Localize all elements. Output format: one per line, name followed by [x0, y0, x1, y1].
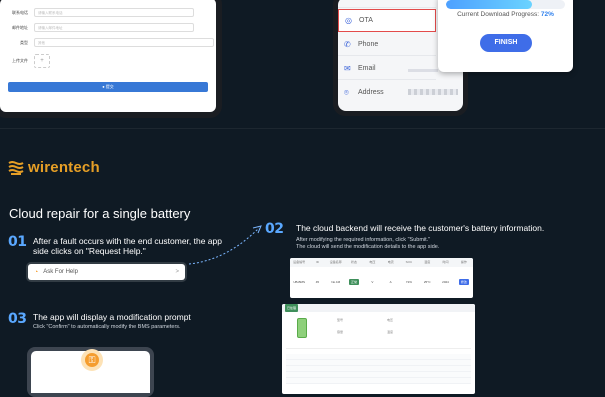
table-cell: V — [371, 280, 374, 284]
type-field-row: 类型 其他 — [8, 38, 214, 47]
battery-icon — [297, 318, 307, 338]
menu-item-label: OTA — [359, 17, 373, 24]
step-03-sub: Click "Confirm" to automatically modify … — [33, 324, 181, 330]
table-row[interactable]: UB-BMS 45 No.1M 正常 V A 72% 25°C 2024 修改 — [290, 267, 473, 297]
table-cell: UB-BMS — [293, 280, 305, 284]
menu-item-previous[interactable] — [338, 0, 436, 8]
download-progress-bar — [446, 0, 565, 9]
type-select[interactable]: 其他 — [34, 38, 214, 47]
backend-detail-screenshot: 已处理 型号 电压 容量 温度 — [282, 304, 475, 394]
section-divider — [0, 128, 605, 129]
tablet-form-mockup: 联系电话 请输入联系电话 邮件地址 请输入邮件地址 类型 其他 上传文件 + ●… — [0, 0, 222, 118]
upload-field-label: 上传文件 — [12, 58, 28, 63]
edit-button[interactable]: 修改 — [458, 279, 469, 285]
step-03-number: 03 — [8, 311, 27, 327]
step-03-title: The app will display a modification prom… — [33, 312, 191, 322]
lock-badge-icon: ⚿ — [81, 349, 103, 371]
step-02-title: The cloud backend will receive the custo… — [296, 223, 545, 233]
help-icon: ◔ — [34, 268, 39, 276]
table-cell: No.1M — [331, 280, 341, 284]
detail-field: 电压 — [387, 318, 394, 322]
menu-item-phone[interactable]: ✆ Phone — [338, 33, 436, 56]
phone-icon: ✆ — [344, 39, 351, 49]
brand-name: wirentech — [28, 159, 100, 176]
detail-divider — [286, 348, 471, 349]
email-field-label: 邮件地址 — [12, 24, 28, 30]
detail-field: 型号 — [337, 318, 344, 322]
backend-table-screenshot: 设备编号 ID 设备名称 状态 电压 电流 SOC 温度 时间 操作 UB-BM… — [290, 258, 473, 298]
wave-logo-icon — [8, 160, 24, 175]
lock-icon: ⚿ — [85, 353, 99, 367]
status-badge: 正常 — [349, 279, 360, 285]
blurred-address-value — [408, 89, 458, 95]
table-cell: 25°C — [423, 280, 431, 284]
download-progress-label: Current Download Progress: — [457, 11, 540, 18]
download-progress-card: Current Download Progress: 72% FINISH — [438, 0, 573, 72]
table-header: 设备编号 ID 设备名称 状态 电压 电流 SOC 温度 时间 操作 — [290, 258, 473, 267]
menu-item-ota[interactable]: ◎ OTA — [338, 9, 436, 32]
location-icon: ⌾ — [344, 88, 349, 97]
modification-prompt-mockup: ⚿ — [27, 347, 154, 397]
table-header-cell: SOC — [405, 260, 413, 264]
flow-arrow — [188, 225, 262, 265]
table-cell: A — [389, 280, 392, 284]
table-header-cell: 设备名称 — [329, 260, 342, 264]
mail-icon: ✉ — [344, 63, 351, 73]
ask-for-help-button[interactable]: ◔ Ask For Help > — [28, 264, 185, 280]
chevron-right-icon: > — [175, 269, 179, 275]
phone-field-label: 联系电话 — [12, 9, 28, 15]
step-02-sub2: The cloud will send the modification det… — [296, 244, 440, 250]
table-header-cell: 状态 — [351, 260, 358, 264]
page-title: Cloud repair for a single battery — [9, 206, 191, 221]
ask-for-help-label: Ask For Help — [43, 269, 78, 275]
table-header-cell: 温度 — [424, 260, 431, 264]
type-field-label: 类型 — [20, 39, 28, 45]
table-cell: 2024 — [442, 280, 449, 284]
detail-field: 容量 — [337, 330, 344, 334]
submit-button[interactable]: ● 提交 — [8, 82, 208, 92]
upload-button[interactable]: + — [34, 54, 50, 68]
finish-button[interactable]: FINISH — [480, 34, 532, 52]
detail-toolbar: 已处理 — [282, 304, 475, 312]
download-progress-percent: 72% — [540, 11, 554, 18]
phone-field-row: 联系电话 请输入联系电话 — [8, 8, 194, 17]
phone-field-input[interactable]: 请输入联系电话 — [34, 8, 194, 17]
globe-icon: ◎ — [345, 16, 352, 25]
download-progress-text: Current Download Progress: 72% — [438, 11, 573, 18]
table-header-cell: 电压 — [369, 260, 376, 264]
detail-field: 温度 — [387, 330, 394, 334]
detail-grid — [286, 354, 471, 384]
step-02-sub1: After modifying the required information… — [296, 237, 431, 243]
table-header-cell: 设备编号 — [293, 260, 306, 264]
step-01-number: 01 — [8, 234, 27, 250]
step-02-number: 02 — [265, 221, 284, 237]
menu-item-label: Email — [358, 64, 376, 72]
table-header-cell: ID — [315, 260, 319, 264]
menu-item-label: Phone — [358, 40, 379, 48]
wirentech-logo: wirentech — [8, 159, 100, 176]
email-field-row: 邮件地址 请输入邮件地址 — [8, 23, 194, 32]
email-field-input[interactable]: 请输入邮件地址 — [34, 23, 194, 32]
table-header-cell: 操作 — [460, 260, 467, 264]
menu-item-label: Address — [358, 89, 384, 96]
download-progress-fill — [446, 0, 532, 9]
prompt-screen: ⚿ — [31, 349, 150, 393]
tablet-screen: 联系电话 请输入联系电话 邮件地址 请输入邮件地址 类型 其他 上传文件 + ●… — [0, 0, 216, 112]
table-cell: 72% — [405, 280, 412, 284]
table-cell: 45 — [315, 280, 320, 284]
table-cell: 正常 — [345, 279, 363, 285]
table-cell: 修改 — [455, 279, 473, 285]
table-header-cell: 电流 — [387, 260, 394, 264]
blurred-email-value — [408, 69, 438, 72]
upload-field-row: 上传文件 + — [8, 54, 50, 68]
table-header-cell: 时间 — [442, 260, 449, 264]
detail-tag: 已处理 — [285, 304, 299, 312]
